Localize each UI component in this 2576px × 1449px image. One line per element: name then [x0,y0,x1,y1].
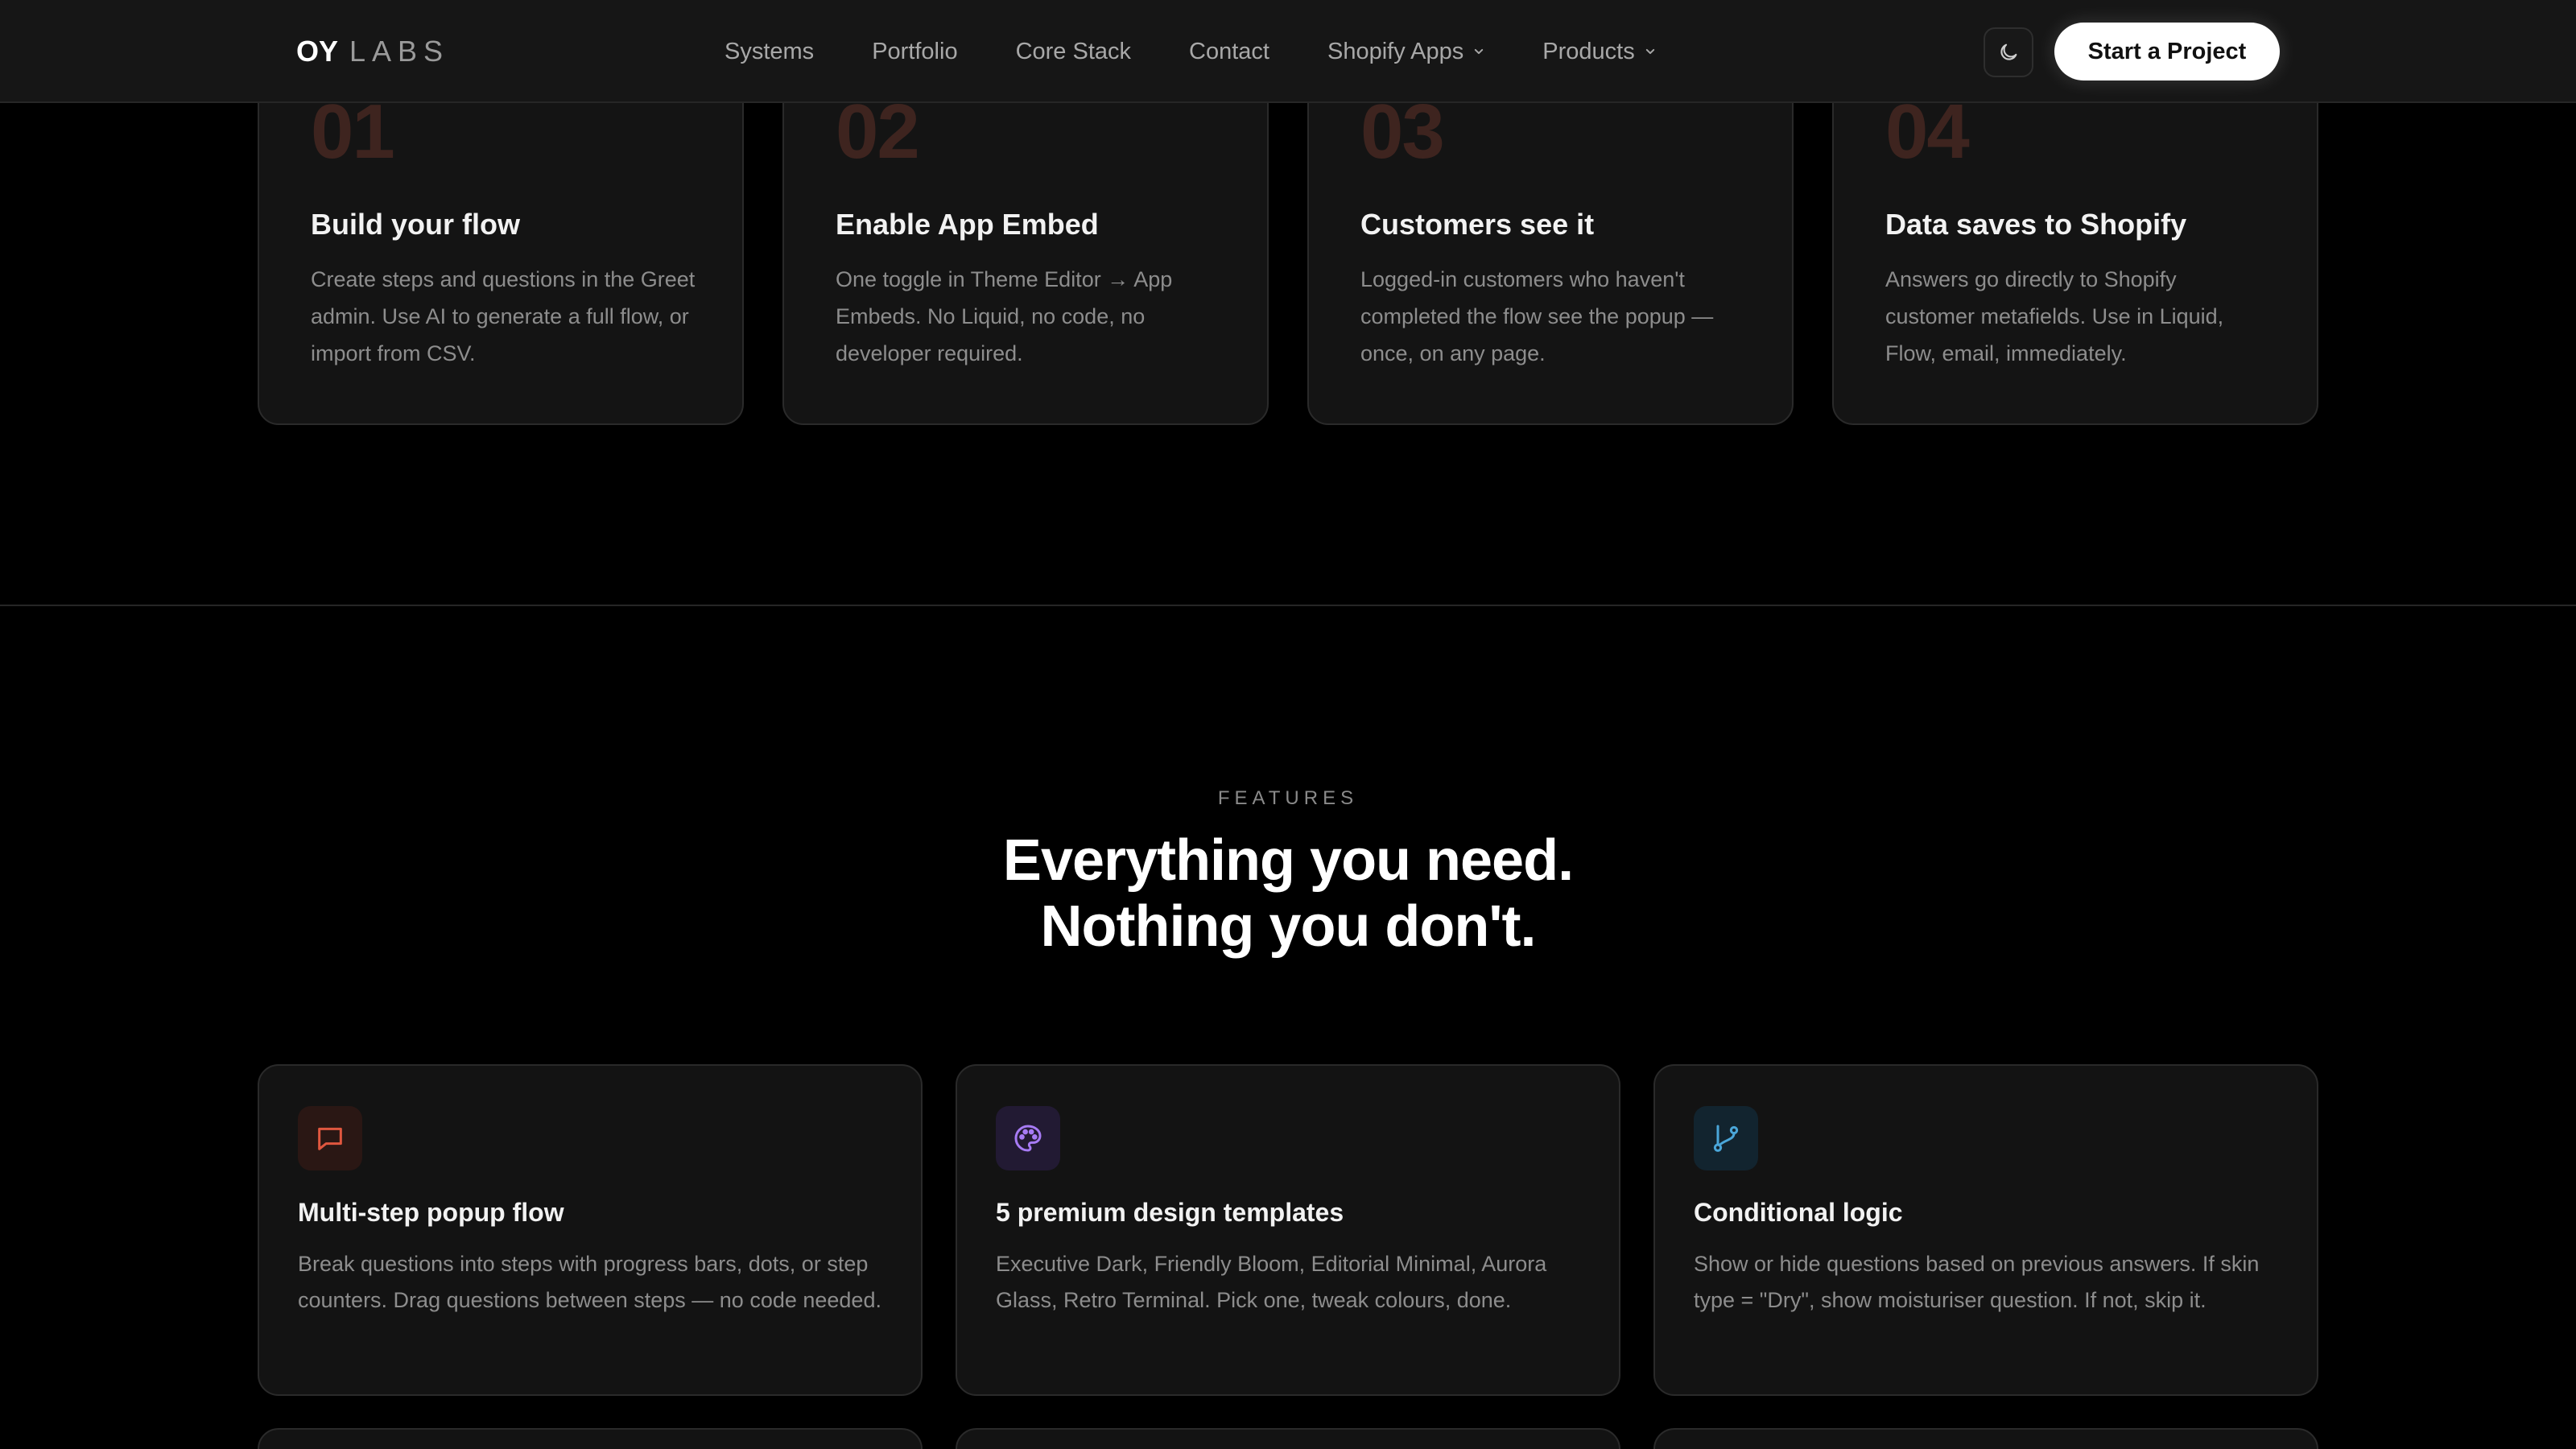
feature-title: Conditional logic [1694,1198,1903,1227]
feature-description: Break questions into steps with progress… [298,1252,881,1312]
nav-link-label: Portfolio [872,38,958,64]
logo-bold-text: OY [296,35,339,68]
step-description: One toggle in Theme Editor → App Embeds.… [836,267,1173,365]
nav-dropdown-products[interactable]: Products [1542,39,1655,65]
step-title: Enable App Embed [836,208,1099,241]
step-number: 01 [311,89,395,175]
nav-dropdown-shopify-apps[interactable]: Shopify Apps [1327,39,1484,65]
step-description: Answers go directly to Shopify customer … [1885,267,2224,365]
feature-description: Show or hide questions based on previous… [1694,1252,2260,1312]
step-description: Logged-in customers who haven't complete… [1360,267,1714,365]
feature-card-partial [956,1428,1620,1449]
nav-links: Systems Portfolio Core Stack Contact Sho… [724,32,1656,71]
feature-title: 5 premium design templates [996,1198,1344,1227]
nav-link-systems[interactable]: Systems [724,39,814,65]
feature-description: Executive Dark, Friendly Bloom, Editoria… [996,1252,1547,1312]
git-branch-icon [1694,1106,1758,1170]
chevron-down-icon [1645,48,1654,55]
start-project-button[interactable]: Start a Project [2054,23,2280,80]
moon-icon [2000,43,2017,60]
nav-link-label: Shopify Apps [1327,38,1464,64]
nav-link-label: Contact [1189,38,1269,64]
nav-link-label: Products [1542,38,1635,64]
headline-line-2: Nothing you don't. [1040,894,1537,959]
feature-card-conditional-logic: Conditional logic Show or hide questions… [1653,1064,2318,1396]
nav-link-portfolio[interactable]: Portfolio [872,39,957,65]
section-eyebrow: FEATURES [1217,787,1359,809]
feature-card-partial [1653,1428,2318,1449]
brand-logo[interactable]: OY LABS [296,32,449,71]
section-divider [0,605,2576,606]
chevron-down-icon [1475,48,1484,55]
feature-title: Multi-step popup flow [298,1198,564,1227]
headline-line-1: Everything you need. [1002,828,1574,893]
feature-card-templates: 5 premium design templates Executive Dar… [956,1064,1620,1396]
step-title: Data saves to Shopify [1885,208,2187,241]
step-description: Create steps and questions in the Greet … [311,267,696,365]
nav-link-label: Systems [724,38,815,64]
step-title: Customers see it [1360,208,1595,241]
feature-card-partial [258,1428,923,1449]
logo-light-text: LABS [349,35,450,68]
feature-card-multistep: Multi-step popup flow Break questions in… [258,1064,923,1396]
step-number: 02 [836,89,920,175]
step-title: Build your flow [311,208,520,241]
top-navbar: OY LABS Systems Portfolio Core Stack Con… [0,0,2576,103]
nav-link-label: Core Stack [1015,38,1132,64]
step-number: 03 [1360,89,1445,175]
chat-bubble-icon [298,1106,362,1170]
step-number: 04 [1885,89,1970,175]
theme-toggle-button[interactable] [1984,27,2033,77]
palette-icon [996,1106,1060,1170]
nav-link-core-stack[interactable]: Core Stack [1016,39,1131,65]
section-headline: Everything you need. Nothing you don't. [0,828,2576,960]
nav-link-contact[interactable]: Contact [1189,39,1269,65]
